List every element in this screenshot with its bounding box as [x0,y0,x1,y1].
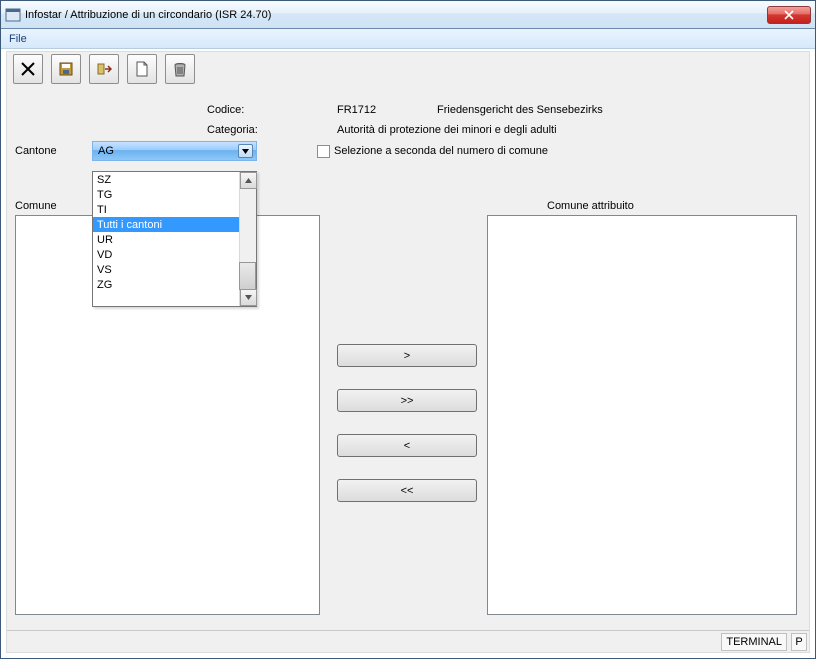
value-codice-desc: Friedensgericht des Sensebezirks [437,104,603,116]
cantone-dropdown-list[interactable]: SZTGTITutti i cantoniURVDVSZG [92,171,257,307]
save-button[interactable] [51,54,81,84]
status-bar: TERMINAL P [7,630,809,652]
cantone-selected-value: AG [98,145,114,157]
dropdown-arrow-icon [238,144,253,158]
remove-button[interactable]: < [337,434,477,457]
dropdown-item[interactable]: TG [93,187,239,202]
dropdown-item[interactable]: Tutti i cantoni [93,217,239,232]
title-bar: Infostar / Attribuzione di un circondari… [1,1,815,29]
value-categoria: Autorità di protezione dei minori e degl… [337,124,557,136]
label-codice: Codice: [207,104,244,116]
toolbar [7,52,809,86]
scroll-down-button[interactable] [240,289,257,306]
dropdown-item[interactable]: SZ [93,172,239,187]
selection-by-number-checkbox[interactable] [317,145,330,158]
new-button[interactable] [127,54,157,84]
label-comune: Comune [15,200,57,212]
status-p: P [791,633,807,651]
label-comune-attribuito: Comune attribuito [547,200,634,212]
status-terminal-label: TERMINAL [726,636,782,648]
dropdown-scrollbar[interactable] [239,172,256,306]
dropdown-item[interactable]: VD [93,247,239,262]
dropdown-item[interactable]: UR [93,232,239,247]
app-icon [5,7,21,23]
dropdown-item[interactable]: VS [93,262,239,277]
dropdown-item[interactable]: TI [93,202,239,217]
dropdown-item[interactable]: ZG [93,277,239,292]
remove-button-label: < [404,440,410,452]
value-codice: FR1712 [337,104,376,116]
client-area: Codice: FR1712 Friedensgericht des Sense… [6,51,810,653]
scroll-thumb[interactable] [239,262,256,290]
cancel-button[interactable] [13,54,43,84]
remove-all-button-label: << [401,485,414,497]
remove-all-button[interactable]: << [337,479,477,502]
export-button[interactable] [89,54,119,84]
cantone-combobox[interactable]: AG [92,141,257,161]
label-categoria: Categoria: [207,124,258,136]
scroll-up-button[interactable] [240,172,257,189]
add-all-button[interactable]: >> [337,389,477,412]
menu-file[interactable]: File [3,29,33,48]
menu-bar: File [1,29,815,49]
add-all-button-label: >> [401,395,414,407]
delete-button[interactable] [165,54,195,84]
label-cantone: Cantone [15,145,57,157]
window-close-button[interactable] [767,6,811,24]
add-button[interactable]: > [337,344,477,367]
app-window: Infostar / Attribuzione di un circondari… [0,0,816,659]
status-terminal: TERMINAL [721,633,787,651]
add-button-label: > [404,350,410,362]
status-p-label: P [795,636,802,648]
label-checkbox: Selezione a seconda del numero di comune [334,145,548,157]
window-title: Infostar / Attribuzione di un circondari… [25,9,767,21]
comune-attribuito-listbox[interactable] [487,215,797,615]
